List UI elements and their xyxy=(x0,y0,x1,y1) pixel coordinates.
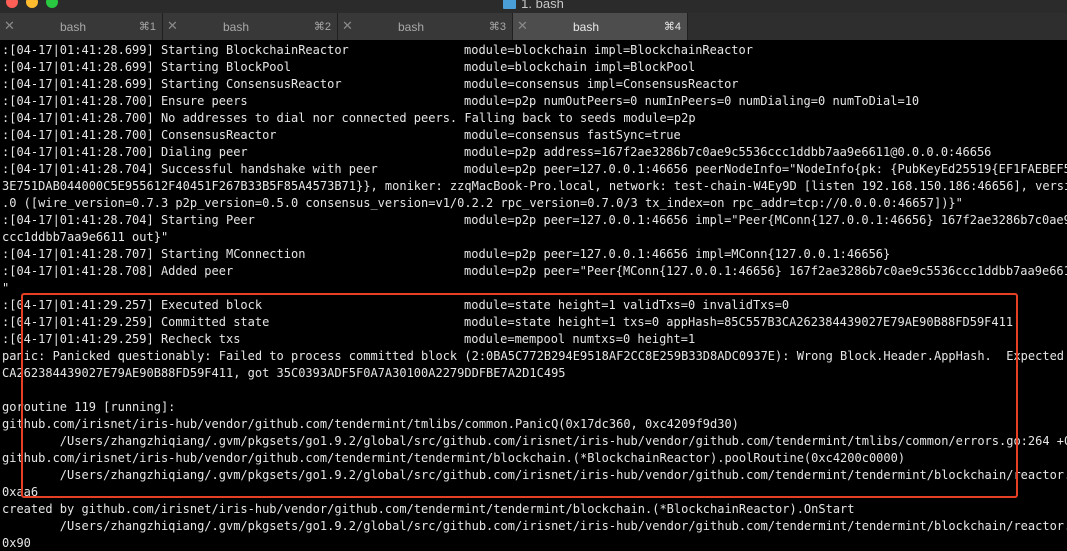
terminal-line: " xyxy=(0,280,1067,297)
title-bar: 1. bash xyxy=(0,0,1067,13)
tab-label: bash xyxy=(223,20,250,34)
close-tab-icon[interactable]: ✕ xyxy=(517,18,528,34)
window-title: 1. bash xyxy=(0,0,1067,11)
terminal-line: :[04-17|01:41:29.259] Recheck txs module=… xyxy=(0,331,1067,348)
terminal-line: CA262384439027E79AE90B88FD59F411, got 35… xyxy=(0,365,1067,382)
terminal-output[interactable]: :[04-17|01:41:28.699] Starting Blockchai… xyxy=(0,40,1067,551)
log-fields: module=state height=1 validTxs=0 invalid… xyxy=(464,298,790,312)
tab-bash-2[interactable]: ✕ bash ⌘2 xyxy=(163,13,338,40)
log-message: :[04-17|01:41:28.699] Starting Consensus… xyxy=(2,77,342,91)
terminal-line: :[04-17|01:41:28.700] No addresses to di… xyxy=(0,110,1067,127)
terminal-line-text: /Users/zhangzhiqiang/.gvm/pkgsets/go1.9.… xyxy=(2,468,1067,482)
terminal-line-text: github.com/irisnet/iris-hub/vendor/githu… xyxy=(2,417,739,431)
terminal-line: :[04-17|01:41:28.700] ConsensusReactor mo… xyxy=(0,127,1067,144)
terminal-line: github.com/irisnet/iris-hub/vendor/githu… xyxy=(0,450,1067,467)
log-fields: module=state height=1 txs=0 appHash=85C5… xyxy=(464,315,1014,329)
tab-shortcut: ⌘2 xyxy=(313,21,331,33)
tab-bash-1[interactable]: ✕ bash ⌘1 xyxy=(0,13,163,40)
tab-bar: ✕ bash ⌘1 ✕ bash ⌘2 ✕ bash ⌘3 ✕ bash ⌘4 xyxy=(0,13,1067,40)
log-message: :[04-17|01:41:28.700] ConsensusReactor xyxy=(2,128,277,142)
terminal-line: :[04-17|01:41:28.699] Starting Consensus… xyxy=(0,76,1067,93)
log-fields: module=p2p peer="Peer{MConn{127.0.0.1:46… xyxy=(464,264,1067,278)
tab-bash-4[interactable]: ✕ bash ⌘4 xyxy=(513,13,688,40)
terminal-line-text: created by github.com/irisnet/iris-hub/v… xyxy=(2,502,855,516)
log-message: :[04-17|01:41:29.259] Recheck txs xyxy=(2,332,241,346)
log-message: :[04-17|01:41:28.699] Starting BlockPool xyxy=(2,60,291,74)
terminal-line: :[04-17|01:41:28.704] Starting Peer modul… xyxy=(0,212,1067,229)
terminal-line: 3E751DAB044000C5E955612F40451F267B33B5F8… xyxy=(0,178,1067,195)
log-message: :[04-17|01:41:28.707] Starting MConnecti… xyxy=(2,247,306,261)
terminal-line-text: " xyxy=(2,281,10,295)
terminal-line: /Users/zhangzhiqiang/.gvm/pkgsets/go1.9.… xyxy=(0,518,1067,535)
close-tab-icon[interactable]: ✕ xyxy=(342,18,353,34)
terminal-line-text: 3E751DAB044000C5E955612F40451F267B33B5F8… xyxy=(2,179,1067,193)
log-fields: module=p2p address=167f2ae3286b7c0ae9c55… xyxy=(464,145,992,159)
log-message: :[04-17|01:41:28.704] Starting Peer xyxy=(2,213,255,227)
terminal-line-text: goroutine 119 [running]: xyxy=(2,400,176,414)
terminal-line-text: 0x90 xyxy=(2,536,31,550)
close-tab-icon[interactable]: ✕ xyxy=(167,18,178,34)
folder-icon xyxy=(503,0,517,9)
terminal-line: github.com/irisnet/iris-hub/vendor/githu… xyxy=(0,416,1067,433)
terminal-line-text: github.com/irisnet/iris-hub/vendor/githu… xyxy=(2,451,906,465)
terminal-line: :[04-17|01:41:28.700] Ensure peers module… xyxy=(0,93,1067,110)
log-fields: module=p2p peer=127.0.0.1:46656 peerNode… xyxy=(464,162,1067,176)
tab-label: bash xyxy=(573,20,600,34)
tab-bar-empty-area xyxy=(688,13,1067,40)
log-fields: module=consensus fastSync=true xyxy=(464,128,681,142)
tab-shortcut: ⌘3 xyxy=(488,21,506,33)
terminal-line: panic: Panicked questionably: Failed to … xyxy=(0,348,1067,365)
terminal-line: goroutine 119 [running]: xyxy=(0,399,1067,416)
log-fields: module=p2p peer=127.0.0.1:46656 impl="Pe… xyxy=(464,213,1067,227)
terminal-line: :[04-17|01:41:28.700] Dialing peer module… xyxy=(0,144,1067,161)
log-fields: module=mempool numtxs=0 height=1 xyxy=(464,332,696,346)
terminal-line: :[04-17|01:41:29.259] Committed state mod… xyxy=(0,314,1067,331)
terminal-line: 0x90 xyxy=(0,535,1067,551)
terminal-line-text: /Users/zhangzhiqiang/.gvm/pkgsets/go1.9.… xyxy=(2,434,1067,448)
terminal-line-text: CA262384439027E79AE90B88FD59F411, got 35… xyxy=(2,366,566,380)
log-message: :[04-17|01:41:29.257] Executed block xyxy=(2,298,263,312)
terminal-line: /Users/zhangzhiqiang/.gvm/pkgsets/go1.9.… xyxy=(0,433,1067,450)
terminal-window: 1. bash ✕ bash ⌘1 ✕ bash ⌘2 ✕ bash ⌘3 ✕ … xyxy=(0,0,1067,551)
log-message: :[04-17|01:41:28.704] Successful handsha… xyxy=(2,162,378,176)
terminal-line-text: panic: Panicked questionably: Failed to … xyxy=(2,349,1067,363)
log-message: :[04-17|01:41:28.700] Ensure peers xyxy=(2,94,248,108)
tab-bash-3[interactable]: ✕ bash ⌘3 xyxy=(338,13,513,40)
log-fields: module=blockchain impl=BlockchainReactor xyxy=(464,43,753,57)
terminal-line: /Users/zhangzhiqiang/.gvm/pkgsets/go1.9.… xyxy=(0,467,1067,484)
terminal-line-text: .0 ([wire_version=0.7.3 p2p_version=0.5.… xyxy=(2,196,963,210)
terminal-line: :[04-17|01:41:28.699] Starting BlockPool… xyxy=(0,59,1067,76)
terminal-line: ccc1ddbb7aa9e6611 out}" xyxy=(0,229,1067,246)
terminal-line: created by github.com/irisnet/iris-hub/v… xyxy=(0,501,1067,518)
log-message: :[04-17|01:41:28.700] Dialing peer xyxy=(2,145,248,159)
tab-label: bash xyxy=(398,20,425,34)
terminal-line-text: 0xaa6 xyxy=(2,485,39,499)
terminal-line-text: ccc1ddbb7aa9e6611 out}" xyxy=(2,230,169,244)
terminal-line-text: :[04-17|01:41:28.700] No addresses to di… xyxy=(2,111,696,125)
terminal-line: :[04-17|01:41:28.704] Successful handsha… xyxy=(0,161,1067,178)
log-fields: module=p2p peer=127.0.0.1:46656 impl=MCo… xyxy=(464,247,891,261)
log-message: :[04-17|01:41:28.699] Starting Blockchai… xyxy=(2,43,349,57)
close-tab-icon[interactable]: ✕ xyxy=(4,18,15,34)
tab-shortcut: ⌘1 xyxy=(138,21,156,33)
log-message: :[04-17|01:41:28.708] Added peer xyxy=(2,264,234,278)
terminal-line: :[04-17|01:41:28.699] Starting Blockchai… xyxy=(0,42,1067,59)
terminal-lines: :[04-17|01:41:28.699] Starting Blockchai… xyxy=(0,42,1067,551)
terminal-line: .0 ([wire_version=0.7.3 p2p_version=0.5.… xyxy=(0,195,1067,212)
log-fields: module=p2p numOutPeers=0 numInPeers=0 nu… xyxy=(464,94,920,108)
terminal-line: :[04-17|01:41:29.257] Executed block modu… xyxy=(0,297,1067,314)
terminal-line: :[04-17|01:41:28.707] Starting MConnecti… xyxy=(0,246,1067,263)
terminal-line: 0xaa6 xyxy=(0,484,1067,501)
log-fields: module=consensus impl=ConsensusReactor xyxy=(464,77,739,91)
terminal-line: :[04-17|01:41:28.708] Added peer module=p… xyxy=(0,263,1067,280)
tab-shortcut: ⌘4 xyxy=(663,21,681,33)
terminal-line-text: /Users/zhangzhiqiang/.gvm/pkgsets/go1.9.… xyxy=(2,519,1067,533)
log-message: :[04-17|01:41:29.259] Committed state xyxy=(2,315,270,329)
log-fields: module=blockchain impl=BlockPool xyxy=(464,60,696,74)
window-title-text: 1. bash xyxy=(521,0,564,11)
tab-label: bash xyxy=(60,20,87,34)
